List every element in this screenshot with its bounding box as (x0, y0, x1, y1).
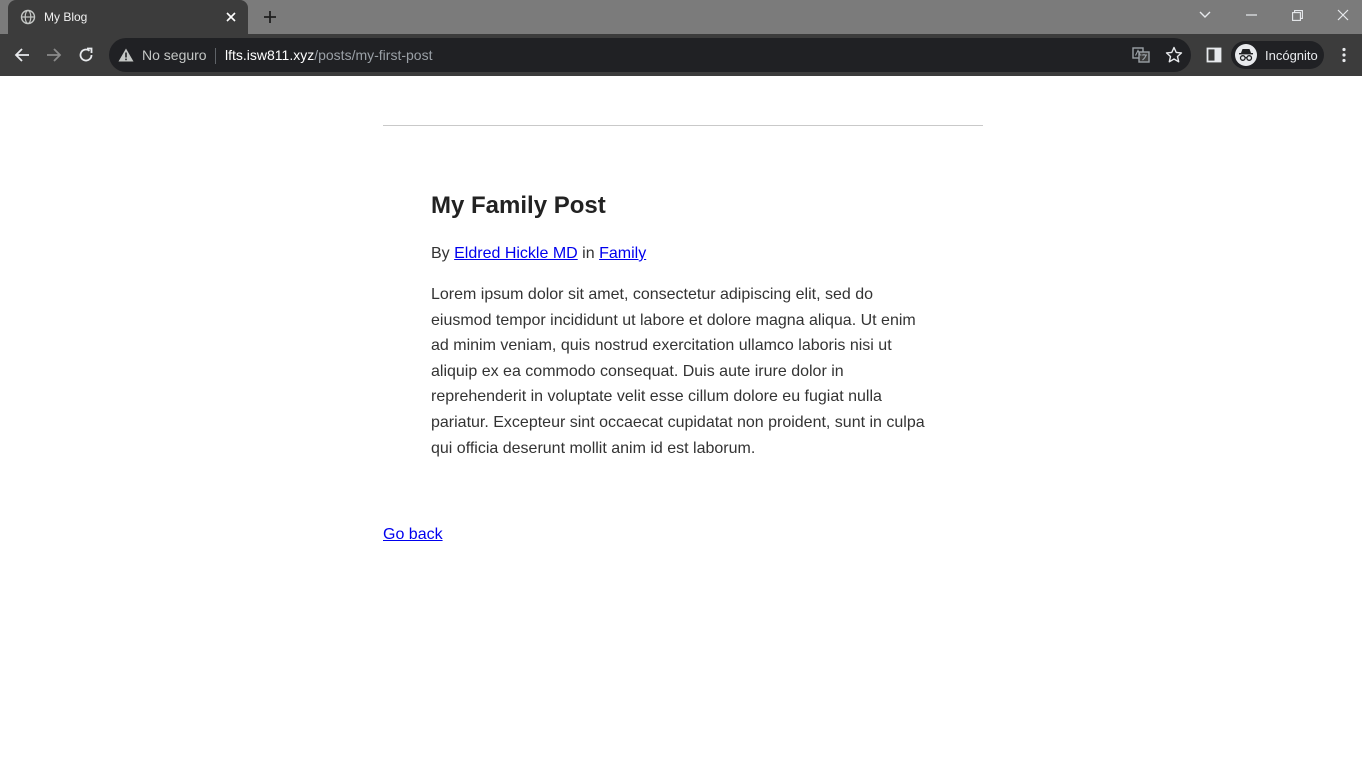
browser-toolbar: No seguro lfts.isw811.xyz/posts/my-first… (0, 34, 1362, 76)
translate-icon[interactable] (1132, 46, 1150, 64)
globe-icon (20, 9, 36, 25)
restore-button[interactable] (1274, 0, 1320, 30)
tab-search-icon[interactable] (1182, 0, 1228, 30)
forward-button[interactable] (42, 43, 66, 67)
url-path: /posts/my-first-post (314, 47, 433, 63)
side-panel-icon[interactable] (1202, 43, 1226, 67)
url-host: lfts.isw811.xyz (225, 47, 315, 63)
tab-strip: My Blog (0, 0, 1362, 34)
byline-in: in (582, 245, 595, 262)
menu-icon[interactable] (1332, 43, 1356, 67)
tab-title: My Blog (44, 10, 88, 24)
security-status[interactable]: No seguro (142, 47, 207, 63)
warning-icon[interactable] (118, 48, 134, 62)
browser-tab[interactable]: My Blog (8, 0, 248, 34)
close-window-button[interactable] (1320, 0, 1362, 30)
minimize-button[interactable] (1228, 0, 1274, 30)
byline-prefix: By (431, 245, 450, 262)
incognito-label: Incógnito (1265, 47, 1318, 63)
post-title: My Family Post (431, 192, 606, 219)
go-back-link[interactable]: Go back (383, 526, 443, 544)
author-link[interactable]: Eldred Hickle MD (454, 245, 578, 262)
category-link[interactable]: Family (599, 245, 646, 262)
address-separator (215, 48, 216, 64)
url-text[interactable]: lfts.isw811.xyz/posts/my-first-post (225, 47, 432, 63)
header-divider (383, 125, 983, 126)
reload-button[interactable] (74, 43, 98, 67)
close-tab-icon[interactable] (223, 9, 239, 25)
page-viewport: My Family Post By Eldred Hickle MD in Fa… (0, 76, 1362, 764)
incognito-icon (1235, 44, 1257, 66)
back-button[interactable] (10, 43, 34, 67)
post-byline: By Eldred Hickle MD in Family (431, 245, 646, 263)
address-bar[interactable]: No seguro lfts.isw811.xyz/posts/my-first… (109, 38, 1191, 72)
new-tab-button[interactable] (258, 5, 282, 29)
bookmark-star-icon[interactable] (1165, 46, 1183, 64)
post-body: Lorem ipsum dolor sit amet, consectetur … (431, 286, 925, 457)
incognito-profile-button[interactable]: Incógnito (1231, 41, 1324, 69)
